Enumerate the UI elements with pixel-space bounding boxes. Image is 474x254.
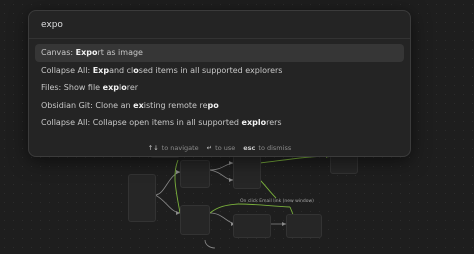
command-results-list: Canvas: Export as image Collapse All: Exp… xyxy=(35,44,404,132)
command-result-item[interactable]: Files: Show file explorer xyxy=(35,79,404,97)
instruction-item: esc to dismiss xyxy=(243,144,291,152)
instruction-item: ↑↓ to navigate xyxy=(148,144,199,152)
command-result-item[interactable]: Obsidian Git: Clone an existing remote r… xyxy=(35,97,404,115)
command-result-text: Obsidian Git: Clone an xyxy=(41,100,134,110)
canvas-edge xyxy=(204,239,216,249)
command-result-item[interactable]: Collapse All: Collapse open items in all… xyxy=(35,114,404,132)
command-result-text: rt as image xyxy=(97,48,143,57)
app-window: On click Email link (new window) Canvas:… xyxy=(0,0,474,254)
command-result-match: exp xyxy=(102,83,119,92)
instruction-key: esc xyxy=(243,144,256,152)
instruction-label: to dismiss xyxy=(258,144,292,152)
instruction-item: ↵ to use xyxy=(207,144,236,152)
canvas-edge xyxy=(259,179,277,199)
command-result-text: and cl xyxy=(109,65,134,75)
canvas-edge xyxy=(259,155,331,164)
command-result-item[interactable]: Canvas: Export as image xyxy=(35,44,404,62)
canvas-card[interactable] xyxy=(233,155,261,189)
prompt-instructions: ↑↓ to navigate ↵ to use esc to dismiss xyxy=(29,144,410,152)
command-result-match: Exp xyxy=(92,65,110,75)
command-result-match: ex xyxy=(133,100,144,110)
canvas-card[interactable] xyxy=(286,214,322,238)
command-result-item[interactable]: Collapse All: Expand closed items in all… xyxy=(35,62,404,80)
canvas-edge xyxy=(237,203,291,208)
instruction-key: ↑↓ xyxy=(147,144,159,152)
canvas-edge xyxy=(154,194,181,214)
command-result-text: rers xyxy=(266,118,282,127)
command-palette: Canvas: Export as imageCollapse All: Exp… xyxy=(28,10,411,157)
canvas-card[interactable] xyxy=(180,160,210,188)
instruction-label: to use xyxy=(215,144,236,152)
command-result-match: Expo xyxy=(75,48,98,57)
command-result-text: sed items in all supported explorers xyxy=(138,65,283,75)
command-result-text: Canvas: xyxy=(41,48,76,57)
command-result-text: isting remote re xyxy=(143,100,208,110)
canvas-card[interactable] xyxy=(233,214,271,238)
instruction-key: ↵ xyxy=(206,144,213,152)
command-result-text: Collapse All: xyxy=(41,65,93,75)
command-result-match: explo xyxy=(241,118,267,127)
canvas-card[interactable] xyxy=(180,205,210,235)
canvas-card[interactable] xyxy=(128,174,156,222)
command-search-input[interactable] xyxy=(29,11,410,39)
command-result-text: Collapse All: Collapse open items in all… xyxy=(41,118,242,127)
command-result-match: po xyxy=(207,100,219,110)
command-result-text: Files: Show file xyxy=(41,83,103,92)
canvas-edge-label: On click Email link (new window) xyxy=(240,199,314,204)
command-result-text: rer xyxy=(126,83,139,92)
canvas-edge xyxy=(209,203,239,214)
instruction-label: to navigate xyxy=(161,144,199,152)
